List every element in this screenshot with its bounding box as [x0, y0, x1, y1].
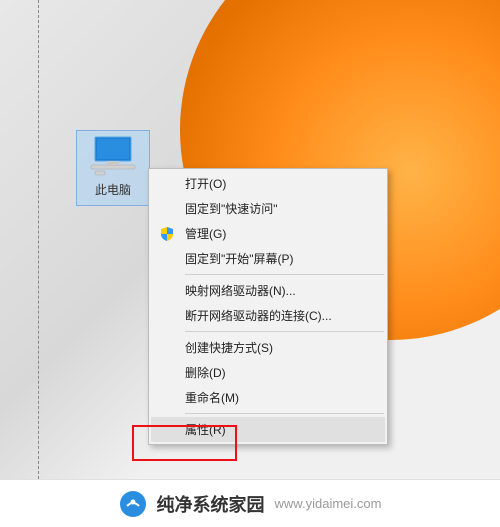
menu-label: 管理(G)	[185, 225, 226, 242]
watermark-logo-icon	[119, 490, 147, 518]
menu-separator	[185, 413, 384, 414]
computer-icon	[89, 135, 137, 177]
menu-item-manage[interactable]: 管理(G)	[151, 221, 385, 246]
menu-label: 打开(O)	[185, 175, 226, 192]
watermark-title: 纯净系统家园	[157, 491, 265, 517]
menu-item-rename[interactable]: 重命名(M)	[151, 385, 385, 410]
menu-item-delete[interactable]: 删除(D)	[151, 360, 385, 385]
menu-label: 删除(D)	[185, 364, 226, 381]
menu-label: 属性(R)	[185, 421, 226, 438]
this-pc-icon[interactable]: 此电脑	[76, 130, 150, 206]
menu-separator	[185, 331, 384, 332]
menu-item-disconnect-network[interactable]: 断开网络驱动器的连接(C)...	[151, 303, 385, 328]
watermark-url: www.yidaimei.com	[275, 496, 382, 511]
watermark-bar: 纯净系统家园 www.yidaimei.com	[0, 479, 500, 527]
menu-label: 固定到"快速访问"	[185, 200, 278, 217]
menu-item-properties[interactable]: 属性(R)	[151, 417, 385, 442]
menu-item-open[interactable]: 打开(O)	[151, 171, 385, 196]
menu-label: 创建快捷方式(S)	[185, 339, 273, 356]
menu-label: 固定到"开始"屏幕(P)	[185, 250, 294, 267]
menu-item-pin-start[interactable]: 固定到"开始"屏幕(P)	[151, 246, 385, 271]
menu-item-pin-quick-access[interactable]: 固定到"快速访问"	[151, 196, 385, 221]
guide-line	[38, 0, 39, 479]
menu-label: 映射网络驱动器(N)...	[185, 282, 296, 299]
shield-icon	[159, 226, 175, 242]
menu-separator	[185, 274, 384, 275]
this-pc-label: 此电脑	[77, 181, 149, 198]
menu-item-create-shortcut[interactable]: 创建快捷方式(S)	[151, 335, 385, 360]
menu-label: 断开网络驱动器的连接(C)...	[185, 307, 332, 324]
menu-item-map-network[interactable]: 映射网络驱动器(N)...	[151, 278, 385, 303]
menu-label: 重命名(M)	[185, 389, 239, 406]
context-menu: 打开(O) 固定到"快速访问" 管理(G) 固定到"开始"屏幕(P) 映射网络驱…	[148, 168, 388, 445]
